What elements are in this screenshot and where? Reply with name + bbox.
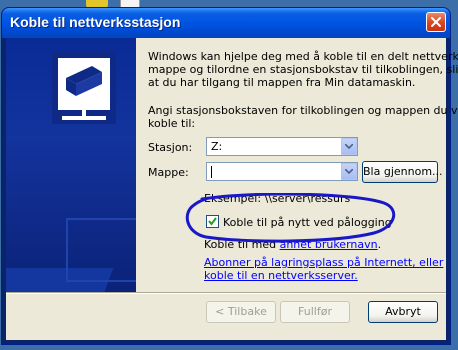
example-text: Eksempel: \\server\ressurs xyxy=(204,192,351,205)
checkmark-icon xyxy=(208,217,217,226)
browse-button[interactable]: Bla gjennom... xyxy=(362,161,443,183)
title-bar[interactable]: Koble til nettverksstasjon xyxy=(2,8,450,38)
map-network-drive-dialog: Koble til nettverksstasjon Windows kan h… xyxy=(2,8,458,344)
wizard-content: Windows kan hjelpe deg med å koble til e… xyxy=(136,38,458,292)
cancel-button[interactable]: Avbryt xyxy=(368,301,438,323)
finish-button[interactable]: Fullfør xyxy=(280,301,350,323)
connect-as-prefix: Koble til med xyxy=(204,238,280,251)
intro-line: mappe og tilordne en stasjonsbokstav til… xyxy=(148,63,458,76)
chevron-down-icon xyxy=(345,144,353,149)
drive-prompt-line: Angi stasjonsbokstaven for tilkoblingen … xyxy=(148,104,458,117)
intro-text: Windows kan hjelpe deg med å koble til e… xyxy=(148,50,458,89)
close-icon xyxy=(431,17,441,27)
online-storage-link-line[interactable]: koble til en nettverksserver. xyxy=(204,269,443,282)
drive-label: Stasjon: xyxy=(148,141,193,154)
chevron-down-icon xyxy=(345,169,353,174)
online-storage-link-line[interactable]: Abonner på lagringsplass på Internett, e… xyxy=(204,256,443,269)
reconnect-label[interactable]: Koble til på nytt ved pålogging xyxy=(223,216,392,229)
close-button[interactable] xyxy=(426,12,446,32)
footer-divider xyxy=(6,292,446,294)
folder-label: Mappe: xyxy=(148,166,189,179)
drive-dropdown-button[interactable] xyxy=(341,138,357,155)
online-storage-link[interactable]: Abonner på lagringsplass på Internett, e… xyxy=(204,256,443,282)
drive-prompt-line: koble til: xyxy=(148,117,196,130)
window-title: Koble til nettverksstasjon xyxy=(10,14,181,30)
text-cursor xyxy=(211,166,212,178)
intro-line: Windows kan hjelpe deg med å koble til e… xyxy=(148,50,458,63)
drive-value: Z: xyxy=(211,140,223,153)
connect-as-suffix: . xyxy=(377,238,382,251)
wizard-side-panel xyxy=(6,38,136,292)
drive-prompt-text: Angi stasjonsbokstaven for tilkoblingen … xyxy=(148,104,458,130)
reconnect-checkbox[interactable] xyxy=(206,215,219,228)
other-username-link[interactable]: annet brukernavn xyxy=(280,238,378,251)
drive-select[interactable]: Z: xyxy=(206,137,358,156)
dialog-body: Windows kan hjelpe deg med å koble til e… xyxy=(6,38,458,340)
folder-dropdown-button[interactable] xyxy=(341,163,357,180)
folder-input[interactable] xyxy=(206,162,358,181)
network-drive-icon xyxy=(52,52,116,124)
connect-as-line: Koble til med annet brukernavn. xyxy=(204,238,381,251)
back-button[interactable]: < Tilbake xyxy=(206,301,276,323)
intro-line: at du har tilgang til mappen fra Min dat… xyxy=(148,76,416,89)
